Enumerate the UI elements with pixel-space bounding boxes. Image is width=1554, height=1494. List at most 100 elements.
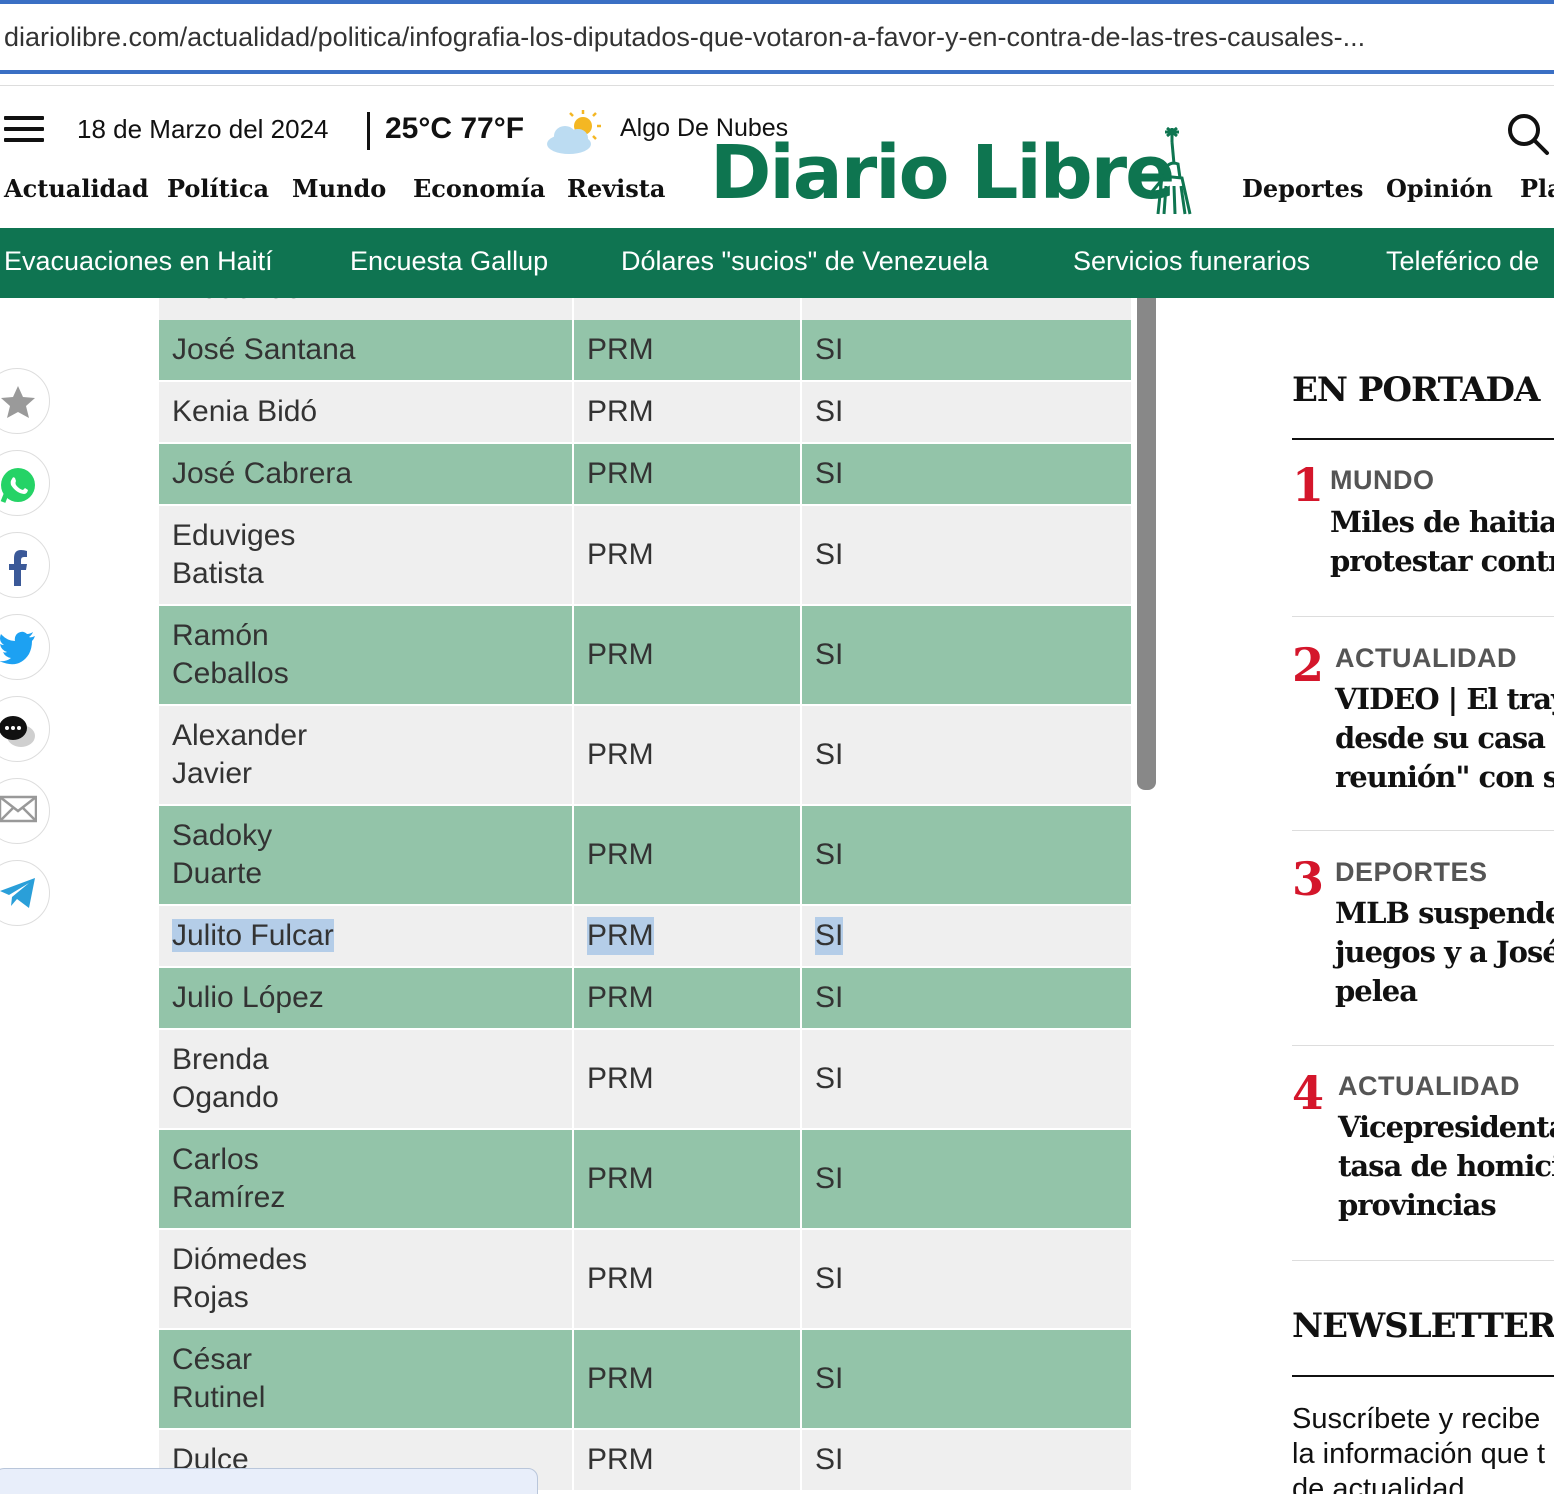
twitter-share-button[interactable] — [0, 614, 50, 680]
headline-line: VIDEO | El traye — [1335, 682, 1554, 716]
rank-number: 2 — [1292, 638, 1325, 692]
section-rule — [1292, 1375, 1554, 1377]
newsletter-line: de actualidad — [1292, 1473, 1465, 1494]
deputy-name: Julio López — [172, 981, 324, 1014]
vote-text: SI — [815, 395, 844, 428]
name-cell: Ramón Ceballos — [159, 606, 572, 704]
vote-cell: SI — [802, 444, 1131, 504]
category-label[interactable]: MUNDO — [1330, 465, 1435, 496]
site-header: 18 de Marzo del 2024 25°C 77°F Algo De N… — [0, 86, 1554, 228]
en-portada-title: EN PORTADA — [1292, 370, 1540, 410]
trending-link[interactable]: Dólares "sucios" de Venezuela — [621, 246, 988, 277]
headline-link[interactable]: Vicepresidenta tasa de homicid provincia… — [1338, 1108, 1554, 1225]
address-bar[interactable]: diariolibre.com/actualidad/politica/info… — [0, 0, 1554, 74]
vote-text: SI — [815, 1362, 844, 1395]
nav-opinion[interactable]: Opinión — [1386, 174, 1493, 203]
trending-bar: Evacuaciones en Haití Encuesta Gallup Dó… — [0, 228, 1554, 298]
name-cell: Kenia Bidó — [159, 382, 572, 442]
twitter-icon — [0, 631, 35, 665]
favorite-button[interactable] — [0, 368, 50, 434]
nav-deportes[interactable]: Deportes — [1242, 174, 1363, 203]
vote-cell: SI — [802, 506, 1131, 604]
party-cell: PRM — [574, 968, 800, 1028]
deputy-name: Diómedes — [172, 1243, 308, 1276]
category-label[interactable]: DEPORTES — [1335, 857, 1488, 888]
name-cell: Julio López — [159, 968, 572, 1028]
nav-planeta[interactable]: Pla — [1520, 174, 1554, 203]
headline-line: Miles de haitian — [1330, 505, 1554, 539]
table-row: Carlos Ramírez PRM SI — [159, 1130, 1131, 1228]
vote-text: SI — [815, 333, 844, 366]
headline-line: Vicepresidenta — [1338, 1110, 1554, 1144]
vote-cell: SI — [802, 382, 1131, 442]
nav-politica[interactable]: Política — [167, 174, 269, 203]
newsletter-line: la información que t — [1292, 1438, 1546, 1470]
party-cell: PRM — [574, 444, 800, 504]
table-row: Kenia Bidó PRM SI — [159, 382, 1131, 442]
party-text: PRM — [587, 395, 654, 428]
divider — [1292, 1260, 1554, 1261]
deputy-name: Rutinel — [172, 1381, 266, 1414]
category-label[interactable]: ACTUALIDAD — [1338, 1071, 1520, 1102]
headline-link[interactable]: VIDEO | El traye desde su casa h reunión… — [1335, 680, 1554, 797]
headline-line: protestar contra — [1330, 544, 1554, 578]
vote-text: SI — [815, 638, 844, 671]
trending-link[interactable]: Teleférico de — [1386, 246, 1539, 277]
star-icon — [1, 386, 35, 418]
site-logo[interactable]: Diario Libre — [710, 136, 1175, 210]
comments-button[interactable] — [0, 696, 50, 762]
party-cell: PRM — [574, 806, 800, 904]
telegram-share-button[interactable] — [0, 860, 50, 926]
nav-mundo[interactable]: Mundo — [292, 174, 386, 203]
deputy-name: Batista — [172, 557, 264, 590]
whatsapp-icon — [0, 468, 35, 503]
deputy-name: Brenda — [172, 1043, 269, 1076]
nav-actualidad[interactable]: Actualidad — [4, 174, 149, 203]
party-text: PRM — [587, 981, 654, 1014]
header-date: 18 de Marzo del 2024 — [77, 114, 329, 144]
bottom-popup[interactable] — [0, 1468, 538, 1494]
party-text: PRM — [587, 1162, 654, 1195]
nav-economia[interactable]: Economía — [413, 174, 545, 203]
deputy-name: Ogando — [172, 1081, 279, 1114]
whatsapp-share-button[interactable] — [0, 450, 50, 516]
email-share-button[interactable] — [0, 778, 50, 844]
vote-text: SI — [815, 738, 844, 771]
name-cell: Sadoky Duarte — [159, 806, 572, 904]
headline-link[interactable]: MLB suspende a juegos y a José pelea — [1335, 894, 1554, 1011]
trending-link[interactable]: Evacuaciones en Haití — [4, 246, 273, 277]
name-text: Arduendo — [172, 298, 302, 308]
section-rule — [1292, 438, 1554, 440]
party-text: PRM — [587, 738, 654, 771]
trending-link[interactable]: Encuesta Gallup — [350, 246, 548, 277]
party-cell: PRM — [574, 1030, 800, 1128]
table-scrollbar[interactable] — [1137, 298, 1156, 790]
name-cell: Julito Fulcar — [159, 906, 572, 966]
deputy-name: Ramírez — [172, 1181, 286, 1214]
search-icon[interactable] — [1506, 112, 1550, 156]
partly-cloudy-icon — [547, 110, 601, 154]
facebook-icon — [9, 550, 27, 586]
party-cell: PRM — [574, 382, 800, 442]
vote-cell: SI — [802, 1230, 1131, 1328]
divider — [1292, 1045, 1554, 1046]
headline-link[interactable]: Miles de haitian protestar contra — [1330, 503, 1554, 581]
vote-cell: SI — [802, 1430, 1131, 1490]
category-label[interactable]: ACTUALIDAD — [1335, 643, 1517, 674]
vote-text: SI — [815, 538, 844, 571]
nav-revista[interactable]: Revista — [567, 174, 665, 203]
deputy-name: Carlos — [172, 1143, 259, 1176]
party-text: PRM — [587, 1362, 654, 1395]
headline-line: tasa de homicid — [1338, 1149, 1554, 1183]
menu-icon[interactable] — [4, 116, 44, 144]
facebook-share-button[interactable] — [0, 532, 50, 598]
deputy-name: Javier — [172, 757, 253, 790]
trending-link[interactable]: Servicios funerarios — [1073, 246, 1310, 277]
vote-cell: SI — [802, 1030, 1131, 1128]
url-text[interactable]: diariolibre.com/actualidad/politica/info… — [4, 22, 1552, 53]
deputy-name: José Santana — [172, 333, 356, 366]
vote-text: SI — [815, 1162, 844, 1195]
party-text: PRM — [587, 1062, 654, 1095]
header-divider — [367, 112, 370, 150]
party-text: PRM — [587, 1262, 654, 1295]
